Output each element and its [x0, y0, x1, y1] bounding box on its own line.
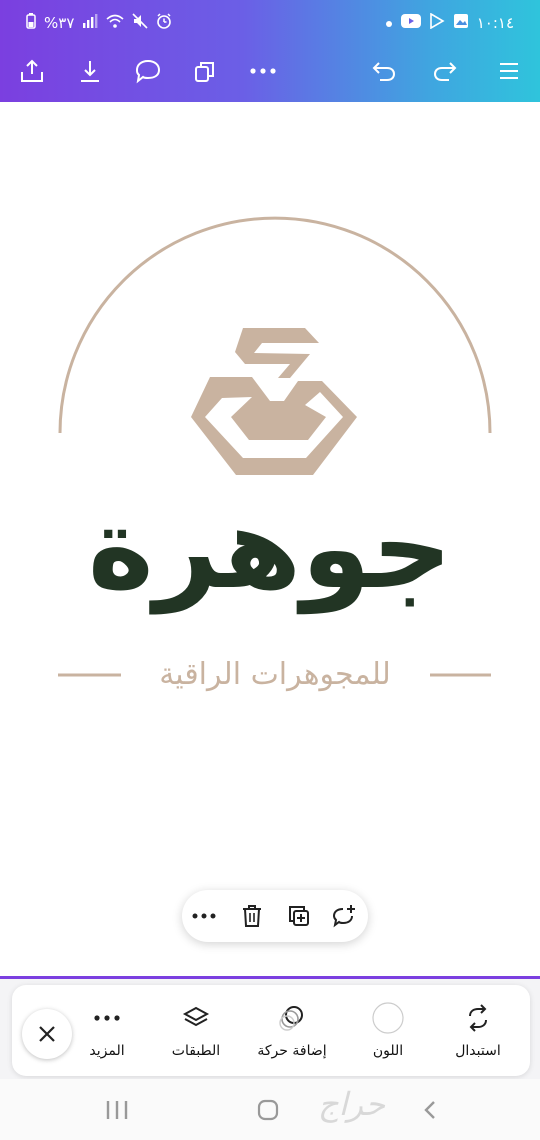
color-swatch-icon — [343, 1001, 433, 1035]
youtube-icon — [400, 14, 421, 32]
close-icon — [39, 1026, 55, 1042]
watermark-text: حراج — [318, 1085, 385, 1123]
clock-time: ١٠:١٤ — [476, 14, 514, 32]
home-icon[interactable] — [256, 1099, 280, 1125]
back-icon[interactable] — [420, 1099, 440, 1125]
more-label: المزيد — [89, 1043, 125, 1059]
animate-button[interactable]: إضافة حركة — [247, 1001, 337, 1065]
brand-name: جوهرة — [88, 484, 452, 614]
menu-icon[interactable] — [492, 54, 526, 88]
signal-icon — [82, 14, 98, 32]
app-header: %٣٧ ١٠:١٤ — [0, 0, 540, 102]
comment-icon[interactable] — [131, 54, 165, 88]
more-tool-button[interactable]: المزيد — [62, 1001, 152, 1065]
logo-artwork[interactable]: جوهرة للمجوهرات الراقية — [0, 102, 540, 977]
color-label: اللون — [372, 1043, 404, 1059]
mute-icon — [132, 13, 148, 33]
replace-button[interactable]: استبدال — [433, 1001, 523, 1065]
battery-icon — [26, 13, 36, 33]
redo-icon[interactable] — [428, 54, 462, 88]
copy-pages-icon[interactable] — [188, 54, 222, 88]
layers-label: الطبقات — [171, 1043, 221, 1059]
animate-label: إضافة حركة — [257, 1043, 327, 1059]
more-icon — [62, 1001, 152, 1035]
gem-logo-mark — [191, 328, 357, 475]
recent-apps-icon[interactable] — [104, 1099, 130, 1125]
duplicate-icon[interactable] — [285, 902, 313, 930]
layers-icon — [151, 1001, 241, 1035]
color-button[interactable]: اللون — [343, 1001, 433, 1065]
status-bar: %٣٧ ١٠:١٤ — [0, 0, 540, 46]
alarm-icon — [156, 13, 172, 33]
element-context-menu — [182, 890, 368, 942]
play-store-icon — [429, 12, 445, 33]
replace-label: استبدال — [455, 1043, 501, 1059]
gallery-icon — [453, 13, 469, 33]
wifi-icon — [106, 14, 124, 32]
dot-icon — [385, 14, 393, 32]
animate-icon — [247, 1001, 337, 1035]
tagline: للمجوهرات الراقية — [159, 657, 391, 692]
undo-icon[interactable] — [367, 54, 401, 88]
download-icon[interactable] — [73, 54, 107, 88]
replace-icon — [433, 1001, 523, 1035]
layers-button[interactable]: الطبقات — [151, 1001, 241, 1065]
share-icon[interactable] — [15, 54, 49, 88]
comment-add-icon[interactable] — [330, 902, 358, 930]
editor-toolbar — [0, 46, 540, 98]
tools-panel: المزيد الطبقات إضافة حركة اللون استبدال — [12, 985, 530, 1076]
battery-level: %٣٧ — [44, 14, 75, 32]
design-canvas[interactable]: جوهرة للمجوهرات الراقية — [0, 102, 540, 977]
system-nav-bar: حراج — [0, 1079, 540, 1140]
more-icon[interactable] — [190, 902, 218, 930]
more-icon[interactable] — [246, 54, 280, 88]
bottom-toolbar: المزيد الطبقات إضافة حركة اللون استبدال — [0, 979, 540, 1079]
delete-icon[interactable] — [238, 902, 266, 930]
